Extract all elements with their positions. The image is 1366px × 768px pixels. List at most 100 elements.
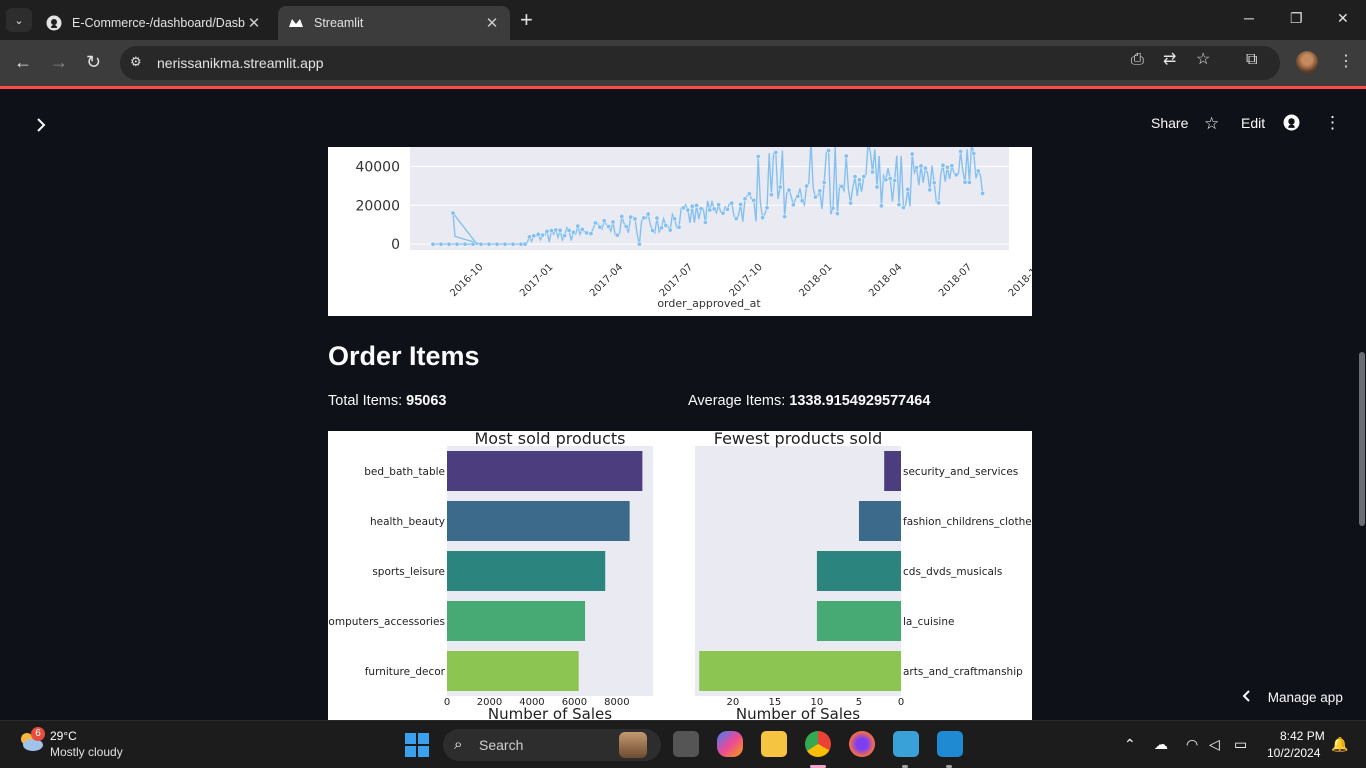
expand-sidebar-chevron-icon[interactable] — [35, 116, 47, 137]
notification-bell-icon[interactable]: 🔔 — [1331, 736, 1348, 753]
series-point — [716, 202, 722, 208]
task-view-icon[interactable] — [673, 731, 699, 757]
series-point — [494, 241, 500, 247]
series-point — [768, 192, 774, 198]
url-text[interactable]: nerissanikma.streamlit.app — [157, 55, 324, 71]
weather-description[interactable]: Mostly cloudy — [50, 745, 123, 759]
windows-taskbar: 6 29°C Mostly cloudy ⌕ Search ⌃ ☁ ◠ ◁ ▭ … — [0, 720, 1366, 768]
series-point — [738, 201, 744, 207]
weather-temperature[interactable]: 29°C — [50, 729, 77, 743]
x-axis-label: Number of Sales — [488, 705, 612, 720]
page-scrollbar[interactable] — [1359, 352, 1365, 526]
bookmark-star-icon[interactable]: ☆ — [1196, 52, 1210, 68]
wifi-icon[interactable]: ◠ — [1186, 736, 1198, 753]
search-highlight-image — [619, 732, 647, 758]
install-app-icon[interactable]: ⎙ — [1131, 52, 1144, 68]
series-point — [650, 228, 656, 233]
series-point — [575, 223, 581, 229]
chrome-icon[interactable] — [805, 731, 831, 757]
github-icon[interactable] — [1283, 114, 1300, 134]
series-point — [680, 205, 686, 211]
show-hidden-icons-chevron-icon[interactable]: ⌃ — [1124, 736, 1136, 753]
series-point — [733, 216, 739, 222]
orders-line-chart: 0 20000 40000 2016-10 2017-01 2017-04 2017-07 2… — [328, 147, 1032, 316]
x-tick-label: 2017-04 — [588, 262, 625, 299]
tab-streamlit[interactable]: Streamlit ✕ — [278, 6, 510, 40]
series-point — [658, 225, 664, 231]
series-point — [430, 241, 436, 247]
forward-arrow-icon[interactable]: → — [50, 53, 68, 71]
series-point — [751, 197, 757, 203]
series-point — [707, 207, 713, 213]
category-label: arts_and_craftmanship — [903, 666, 1023, 678]
tab-search-button[interactable]: ⌄ — [6, 8, 32, 32]
profile-avatar[interactable] — [1296, 51, 1318, 73]
file-explorer-icon[interactable] — [761, 731, 787, 757]
favorite-star-icon[interactable]: ☆ — [1204, 114, 1219, 134]
chart-title: Most sold products — [475, 431, 626, 448]
taskbar-search[interactable]: ⌕ Search — [443, 729, 661, 761]
series-point — [980, 190, 986, 196]
volume-icon[interactable]: ◁ — [1209, 736, 1220, 753]
series-point — [949, 163, 955, 169]
series-point — [755, 154, 761, 160]
series-point — [790, 202, 796, 208]
series-point — [922, 165, 928, 171]
clock-date[interactable]: 10/2/2024 — [1267, 746, 1320, 760]
series-point — [438, 241, 444, 247]
series-point — [694, 202, 700, 208]
series-point — [454, 241, 460, 247]
series-point — [782, 214, 788, 220]
vscode-icon[interactable] — [937, 731, 963, 757]
windows-start-icon[interactable] — [405, 733, 429, 757]
series-point — [614, 232, 620, 238]
series-point — [478, 241, 484, 247]
close-tab-icon[interactable]: ✕ — [246, 14, 262, 32]
new-tab-button[interactable]: + — [520, 9, 533, 31]
series-point — [685, 207, 691, 213]
close-window-icon[interactable]: ✕ — [1337, 10, 1349, 27]
translate-icon[interactable]: ⇄ — [1163, 52, 1176, 68]
menu-kebab-icon[interactable]: ⋮ — [1338, 51, 1354, 71]
plot-area — [410, 147, 1009, 250]
series-point — [450, 210, 456, 216]
onedrive-cloud-icon[interactable]: ☁ — [1154, 736, 1168, 753]
series-point — [588, 231, 594, 237]
series-point — [826, 148, 832, 153]
category-label: cds_dvds_musicals — [903, 566, 1002, 578]
x-tick-label: 2017-07 — [658, 262, 695, 299]
series-point — [975, 168, 981, 174]
series-point — [958, 149, 964, 154]
series-point — [636, 241, 642, 247]
restore-icon[interactable]: ❐ — [1290, 10, 1303, 27]
series-point — [874, 184, 880, 190]
address-bar[interactable]: ⚙ nerissanikma.streamlit.app — [120, 46, 1280, 80]
series-point — [510, 241, 516, 247]
extensions-icon[interactable]: ⧉ — [1246, 51, 1257, 69]
clock-time[interactable]: 8:42 PM — [1280, 729, 1325, 743]
battery-icon[interactable]: ▭ — [1234, 736, 1247, 753]
manage-app-button[interactable]: Manage app — [1242, 690, 1343, 705]
close-tab-icon[interactable]: ✕ — [484, 14, 500, 32]
series-point — [592, 220, 598, 226]
series-point — [672, 216, 678, 222]
series-point — [918, 163, 924, 169]
minimize-icon[interactable]: ─ — [1244, 10, 1254, 26]
series-point — [861, 174, 867, 180]
site-info-icon[interactable]: ⚙ — [130, 54, 148, 72]
share-button[interactable]: Share — [1151, 115, 1188, 131]
firefox-icon[interactable] — [849, 731, 875, 757]
tab-github[interactable]: E-Commerce-/dashboard/Dasb ✕ — [36, 6, 272, 40]
copilot-icon[interactable] — [717, 731, 743, 757]
main-menu-kebab-icon[interactable]: ⋮ — [1324, 113, 1341, 133]
products-bar-charts: Most sold products bed_bath_table health_b… — [328, 431, 1032, 720]
x-tick-label: 2017-10 — [728, 262, 765, 299]
edit-button[interactable]: Edit — [1241, 115, 1265, 131]
series-point — [746, 191, 752, 197]
series-point — [597, 224, 603, 230]
series-point — [821, 179, 827, 185]
reload-icon[interactable]: ↻ — [86, 53, 101, 71]
category-label: la_cuisine — [903, 616, 954, 628]
notepad-icon[interactable] — [893, 731, 919, 757]
back-arrow-icon[interactable]: ← — [14, 53, 32, 71]
